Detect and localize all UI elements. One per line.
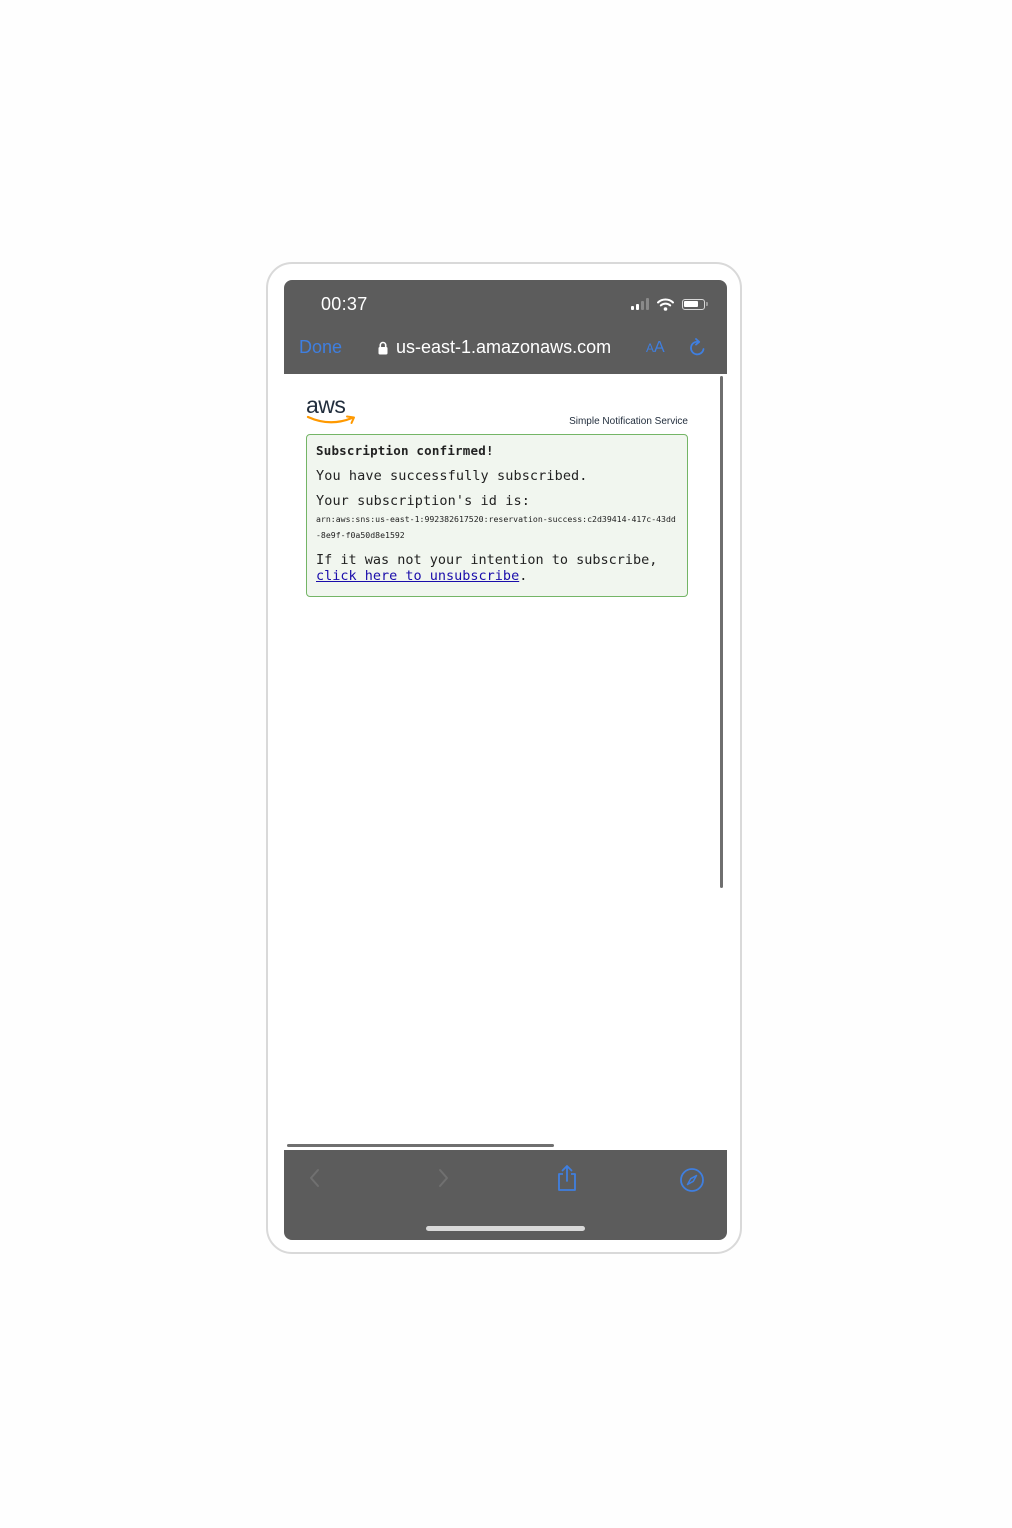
aws-logo-text: aws	[306, 392, 346, 418]
confirmation-box: Subscription confirmed! You have success…	[306, 434, 688, 597]
lock-icon	[378, 341, 388, 354]
done-button[interactable]: Done	[299, 337, 342, 358]
unsubscribe-prefix: If it was not your intention to subscrib…	[316, 552, 658, 568]
reload-icon[interactable]	[688, 338, 708, 358]
status-icons	[631, 296, 708, 312]
service-name: Simple Notification Service	[569, 416, 688, 427]
aws-logo: aws	[306, 394, 358, 425]
browser-top-bar: 00:37 Done us-east-1.amazonaws.com AA	[284, 280, 727, 374]
text-size-button[interactable]: AA	[646, 339, 665, 357]
forward-icon[interactable]	[436, 1167, 450, 1189]
browser-nav-bar: Done us-east-1.amazonaws.com AA	[284, 335, 727, 365]
address-bar[interactable]: us-east-1.amazonaws.com	[378, 337, 611, 358]
cellular-signal-icon	[631, 298, 649, 310]
horizontal-scrollbar[interactable]	[287, 1144, 554, 1147]
unsubscribe-link[interactable]: click here to unsubscribe	[316, 568, 519, 584]
url-text: us-east-1.amazonaws.com	[396, 337, 612, 357]
unsubscribe-suffix: .	[519, 568, 528, 584]
text-size-small-label: A	[646, 341, 655, 355]
confirmation-heading: Subscription confirmed!	[316, 443, 494, 458]
web-page-content: aws Simple Notification Service Subscrip…	[284, 374, 727, 1150]
wifi-icon	[657, 298, 674, 311]
phone-screen: 00:37 Done us-east-1.amazonaws.com AA aw…	[284, 280, 727, 1240]
share-icon[interactable]	[555, 1164, 579, 1192]
status-time: 00:37	[321, 294, 368, 314]
browser-bottom-toolbar	[284, 1150, 727, 1240]
success-message: You have successfully subscribed.	[316, 468, 588, 484]
text-size-big-label: A	[654, 339, 665, 356]
subscription-arn: arn:aws:sns:us-east-1:992382617520:reser…	[316, 514, 676, 540]
unsubscribe-text: If it was not your intention to subscrib…	[316, 552, 678, 584]
safari-compass-icon[interactable]	[679, 1167, 705, 1193]
battery-icon	[682, 298, 708, 310]
vertical-scrollbar[interactable]	[720, 376, 723, 888]
home-indicator[interactable]	[426, 1226, 585, 1231]
back-icon[interactable]	[308, 1167, 322, 1189]
subscription-id-label: Your subscription's id is:	[316, 493, 530, 509]
